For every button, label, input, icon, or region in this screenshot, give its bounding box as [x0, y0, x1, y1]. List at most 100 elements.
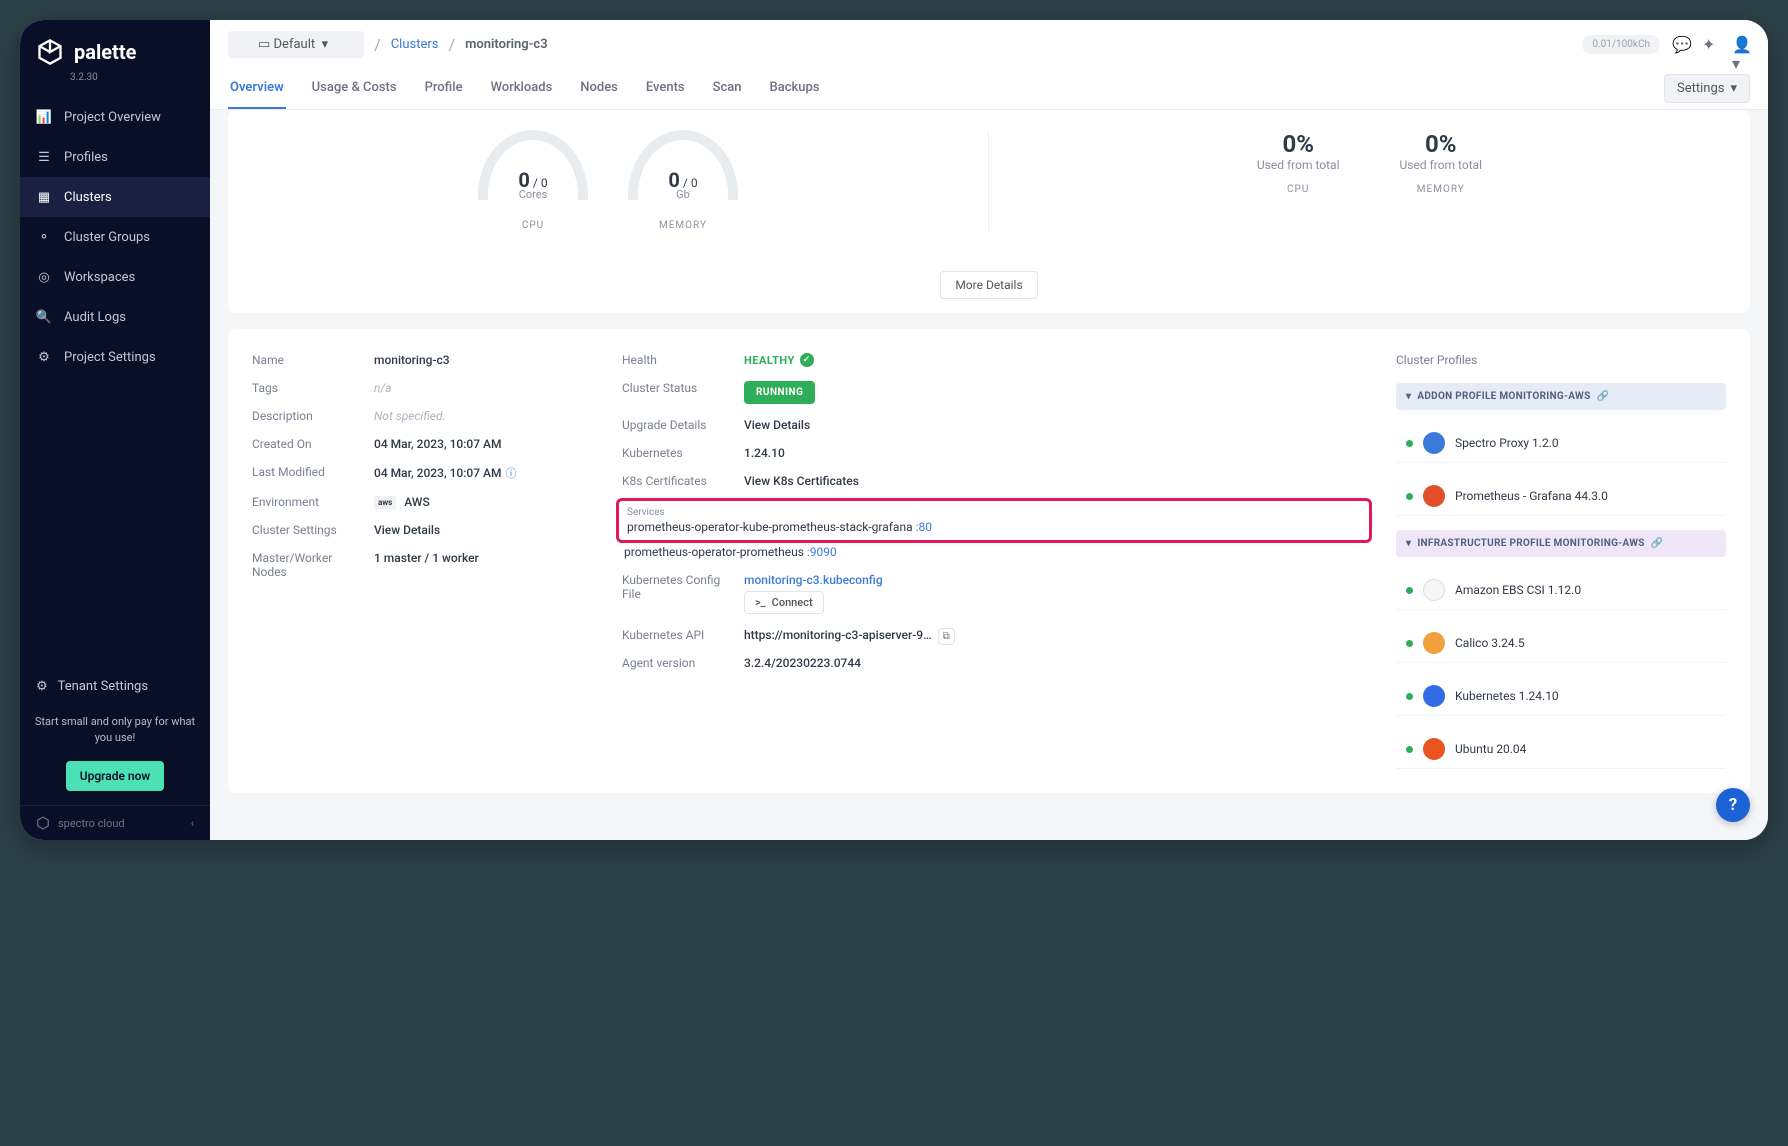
profile-item-ubuntu[interactable]: Ubuntu 20.04 — [1396, 730, 1726, 769]
promo-text: Start small and only pay for what you us… — [20, 706, 210, 753]
sidebar-item-profiles[interactable]: ☰Profiles — [20, 137, 210, 177]
sidebar-item-audit-logs[interactable]: 🔍Audit Logs — [20, 297, 210, 337]
help-fab[interactable]: ? — [1716, 788, 1750, 822]
cluster-description: Not specified. — [374, 409, 446, 423]
tab-nodes[interactable]: Nodes — [578, 68, 620, 109]
sliders-icon: ⚙ — [36, 679, 48, 694]
tab-events[interactable]: Events — [644, 68, 687, 109]
k8s-certificates-link[interactable]: View K8s Certificates — [744, 474, 859, 488]
sidebar-nav: 📊Project Overview ☰Profiles ▦Clusters ⚬C… — [20, 97, 210, 667]
breadcrumb-current: monitoring-c3 — [465, 37, 548, 52]
pack-icon — [1423, 738, 1445, 760]
info-icon[interactable]: ⓘ — [506, 467, 517, 480]
pct-memory: 0% Used from total MEMORY — [1400, 130, 1483, 195]
last-modified: 04 Mar, 2023, 10:07 AMⓘ — [374, 465, 517, 481]
stack-icon: ☰ — [36, 149, 52, 165]
pack-icon — [1423, 632, 1445, 654]
sidebar-footer: spectro cloud ‹ — [20, 805, 210, 840]
profile-item-amazon-ebs[interactable]: Amazon EBS CSI 1.12.0 — [1396, 571, 1726, 610]
more-details-button[interactable]: More Details — [940, 271, 1037, 299]
check-icon: ✓ — [800, 353, 814, 367]
services-highlight: Services prometheus-operator-kube-promet… — [616, 498, 1372, 543]
tab-backups[interactable]: Backups — [768, 68, 822, 109]
gauge-memory: 0 / 0 Gb MEMORY — [628, 130, 738, 231]
cluster-tags: n/a — [374, 381, 392, 395]
status-dot-icon — [1406, 746, 1413, 753]
upgrade-details-link[interactable]: View Details — [744, 418, 810, 432]
project-select[interactable]: ▭ Default ▾ — [228, 31, 364, 58]
pack-icon — [1423, 432, 1445, 454]
tab-profile[interactable]: Profile — [423, 68, 465, 109]
pack-icon — [1423, 685, 1445, 707]
service-prometheus[interactable]: prometheus-operator-prometheus :9090 — [622, 545, 1366, 559]
profile-item-spectro-proxy[interactable]: Spectro Proxy 1.2.0 — [1396, 424, 1726, 463]
chat-icon[interactable]: 💬 — [1672, 35, 1690, 53]
tab-workloads[interactable]: Workloads — [489, 68, 555, 109]
cluster-profiles-title: Cluster Profiles — [1396, 353, 1726, 367]
chevron-down-icon: ▾ — [1730, 81, 1737, 96]
link-icon: 🔗 — [1651, 538, 1664, 549]
infra-profile-header[interactable]: ▾INFRASTRUCTURE PROFILE MONITORING-AWS🔗 — [1396, 530, 1726, 557]
collapse-icon[interactable]: ‹ — [191, 817, 194, 830]
aws-icon: aws — [374, 496, 396, 509]
status-dot-icon — [1406, 640, 1413, 647]
kubernetes-api: https://monitoring-c3-apiserver-9…⧉ — [744, 628, 955, 642]
chart-icon: 📊 — [36, 109, 52, 125]
chevron-down-icon: ▾ — [1406, 538, 1411, 549]
copy-icon[interactable]: ⧉ — [938, 628, 955, 645]
gauge-cpu: 0 / 0 Cores CPU — [478, 130, 588, 231]
tabs: Overview Usage & Costs Profile Workloads… — [228, 68, 822, 109]
service-grafana[interactable]: prometheus-operator-kube-prometheus-stac… — [627, 520, 1361, 534]
sidebar-item-project-settings[interactable]: ⚙Project Settings — [20, 337, 210, 377]
status-dot-icon — [1406, 493, 1413, 500]
brand-name: palette — [74, 40, 136, 64]
kubernetes-version: 1.24.10 — [744, 446, 785, 460]
terminal-icon: >_ — [755, 596, 766, 609]
cluster-settings-link[interactable]: View Details — [374, 523, 440, 537]
target-icon: ◎ — [36, 269, 52, 285]
environment: awsAWS — [374, 495, 430, 509]
status-badge: RUNNING — [744, 381, 815, 404]
gear-top-icon[interactable]: ✦ — [1702, 35, 1720, 53]
kubeconfig-link[interactable]: monitoring-c3.kubeconfig — [744, 573, 883, 587]
link-icon: 🔗 — [1597, 391, 1610, 402]
settings-button[interactable]: Settings▾ — [1664, 74, 1750, 103]
palette-logo-icon — [36, 38, 64, 66]
status-dot-icon — [1406, 587, 1413, 594]
sidebar-item-clusters[interactable]: ▦Clusters — [20, 177, 210, 217]
nodes-icon: ⚬ — [36, 229, 52, 245]
sidebar-item-cluster-groups[interactable]: ⚬Cluster Groups — [20, 217, 210, 257]
master-worker-nodes: 1 master / 1 worker — [374, 551, 479, 565]
spectro-logo-icon — [36, 816, 50, 830]
sidebar: palette 3.2.30 📊Project Overview ☰Profil… — [20, 20, 210, 840]
agent-version: 3.2.4/20230223.0744 — [744, 656, 861, 670]
sidebar-item-tenant-settings[interactable]: ⚙Tenant Settings — [20, 667, 210, 706]
grid-icon: ▦ — [36, 189, 52, 205]
pack-icon — [1423, 485, 1445, 507]
brand-logo: palette — [20, 20, 210, 70]
tab-overview[interactable]: Overview — [228, 68, 286, 109]
metrics-card: 0 / 0 Cores CPU 0 / 0 Gb MEMORY — [228, 110, 1750, 313]
profile-item-calico[interactable]: Calico 3.24.5 — [1396, 624, 1726, 663]
profile-item-prometheus-grafana[interactable]: Prometheus - Grafana 44.3.0 — [1396, 477, 1726, 516]
gear-icon: ⚙ — [36, 349, 52, 365]
pct-cpu: 0% Used from total CPU — [1257, 130, 1340, 195]
details-card: Namemonitoring-c3 Tagsn/a DescriptionNot… — [228, 329, 1750, 793]
tab-usage-costs[interactable]: Usage & Costs — [310, 68, 399, 109]
tab-scan[interactable]: Scan — [711, 68, 744, 109]
sidebar-item-workspaces[interactable]: ◎Workspaces — [20, 257, 210, 297]
pack-icon — [1423, 579, 1445, 601]
upgrade-button[interactable]: Upgrade now — [66, 761, 165, 791]
breadcrumb-clusters[interactable]: Clusters — [391, 37, 439, 52]
sidebar-item-project-overview[interactable]: 📊Project Overview — [20, 97, 210, 137]
status-dot-icon — [1406, 440, 1413, 447]
credits-pill: 0.01/100kCh — [1582, 35, 1660, 54]
connect-button[interactable]: >_Connect — [744, 591, 824, 614]
user-menu-icon[interactable]: 👤▾ — [1732, 35, 1750, 53]
addon-profile-header[interactable]: ▾ADDON PROFILE MONITORING-AWS🔗 — [1396, 383, 1726, 410]
health-badge: HEALTHY✓ — [744, 353, 814, 367]
search-icon: 🔍 — [36, 309, 52, 325]
profile-item-kubernetes[interactable]: Kubernetes 1.24.10 — [1396, 677, 1726, 716]
topbar: ▭ Default ▾ / Clusters / monitoring-c3 0… — [210, 20, 1768, 110]
created-on: 04 Mar, 2023, 10:07 AM — [374, 437, 502, 451]
